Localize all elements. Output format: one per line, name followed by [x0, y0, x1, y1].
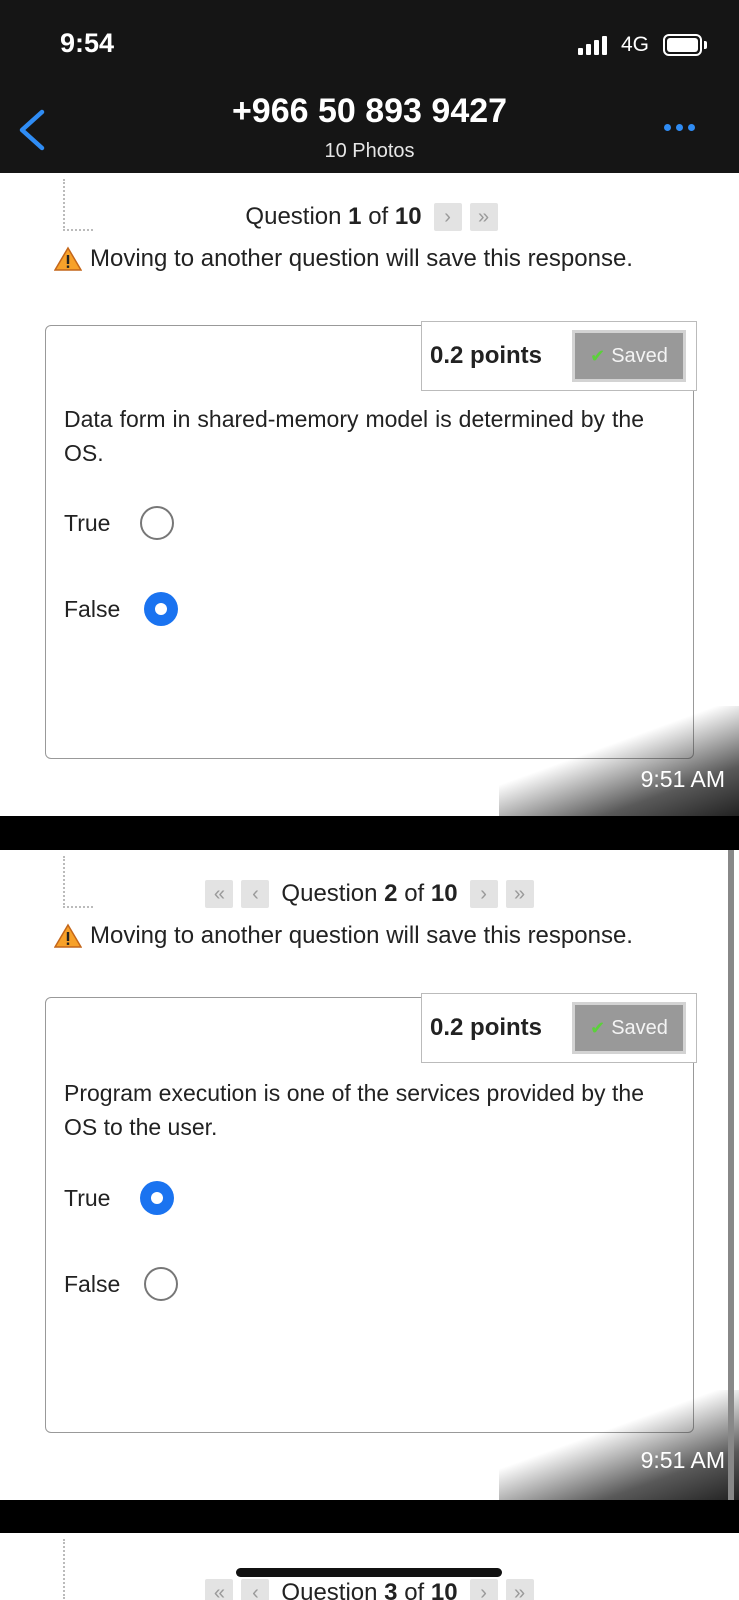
photo-timestamp: 9:51 AM — [640, 1447, 725, 1473]
option-true[interactable]: True — [64, 506, 174, 540]
points-box: 0.2 points ✔ Saved — [421, 321, 697, 391]
radio-true[interactable] — [140, 506, 174, 540]
last-question-button[interactable]: » — [469, 203, 498, 231]
photo-panel-1: Question 1 of 10 › » Moving to another q… — [0, 173, 739, 816]
check-icon: ✔ — [590, 1017, 606, 1038]
warning-text: Moving to another question will save thi… — [90, 922, 633, 949]
option-false[interactable]: False — [64, 1267, 178, 1301]
last-question-button[interactable]: » — [505, 1579, 534, 1600]
photo-timestamp: 9:51 AM — [640, 766, 725, 792]
question-navigation: « ‹ Question 3 of 10 › » — [0, 1579, 739, 1600]
photo-panel-2: « ‹ Question 2 of 10 › » Moving to anoth… — [0, 850, 739, 1500]
radio-true-selected[interactable] — [140, 1181, 174, 1215]
network-label: 4G — [621, 33, 650, 56]
save-warning: Moving to another question will save thi… — [54, 922, 633, 950]
timestamp-shade — [499, 706, 739, 816]
option-label: True — [64, 1184, 111, 1211]
saved-badge: ✔ Saved — [572, 330, 686, 382]
photo-panel-3: « ‹ Question 3 of 10 › » — [0, 1533, 739, 1600]
more-options-icon[interactable] — [664, 124, 695, 131]
question-text: Data form in shared-memory model is dete… — [64, 406, 644, 466]
screen: 9:54 4G +966 50 893 9427 10 Photos Quest… — [0, 0, 739, 1600]
signal-icon — [578, 36, 607, 55]
battery-icon — [663, 34, 702, 56]
check-icon: ✔ — [590, 345, 606, 366]
next-question-button[interactable]: › — [469, 880, 498, 908]
question-navigation: « ‹ Question 2 of 10 › » — [0, 880, 739, 908]
warning-text: Moving to another question will save thi… — [90, 245, 633, 272]
option-label: True — [64, 509, 111, 536]
question-counter: Question 2 of 10 — [281, 880, 458, 907]
panel-edge — [728, 850, 734, 1500]
question-card-1: 0.2 points ✔ Saved Data form in shared-m… — [45, 321, 697, 759]
timestamp-shade — [499, 1390, 739, 1500]
status-time: 9:54 — [60, 28, 115, 58]
last-question-button[interactable]: » — [505, 880, 534, 908]
previous-question-button[interactable]: ‹ — [241, 880, 270, 908]
option-true[interactable]: True — [64, 1181, 174, 1215]
radio-false-selected[interactable] — [144, 592, 178, 626]
previous-question-button[interactable]: ‹ — [241, 1579, 270, 1600]
next-question-button[interactable]: › — [469, 1579, 498, 1600]
question-card-2: 0.2 points ✔ Saved Program execution is … — [45, 993, 697, 1433]
saved-badge: ✔ Saved — [572, 1002, 686, 1054]
header-title: +966 50 893 9427 — [231, 92, 508, 130]
battery-tip — [704, 41, 707, 49]
warning-icon — [54, 923, 82, 948]
save-warning: Moving to another question will save thi… — [54, 245, 633, 273]
option-label: False — [64, 1270, 121, 1297]
points-label: 0.2 points — [430, 342, 543, 369]
warning-icon — [54, 246, 82, 271]
question-counter: Question 3 of 10 — [281, 1579, 458, 1600]
points-box: 0.2 points ✔ Saved — [421, 993, 697, 1063]
radio-false[interactable] — [144, 1267, 178, 1301]
header-subtitle: 10 Photos — [324, 140, 415, 162]
points-label: 0.2 points — [430, 1014, 543, 1041]
first-question-button[interactable]: « — [205, 880, 234, 908]
top-bar: 9:54 4G +966 50 893 9427 10 Photos — [0, 0, 739, 173]
question-counter: Question 1 of 10 — [245, 203, 422, 230]
first-question-button[interactable]: « — [205, 1579, 234, 1600]
question-text: Program execution is one of the services… — [64, 1080, 644, 1140]
option-label: False — [64, 595, 121, 622]
question-navigation: Question 1 of 10 › » — [0, 203, 739, 231]
next-question-button[interactable]: › — [433, 203, 462, 231]
scroll-indicator[interactable] — [236, 1568, 502, 1577]
option-false[interactable]: False — [64, 592, 178, 626]
